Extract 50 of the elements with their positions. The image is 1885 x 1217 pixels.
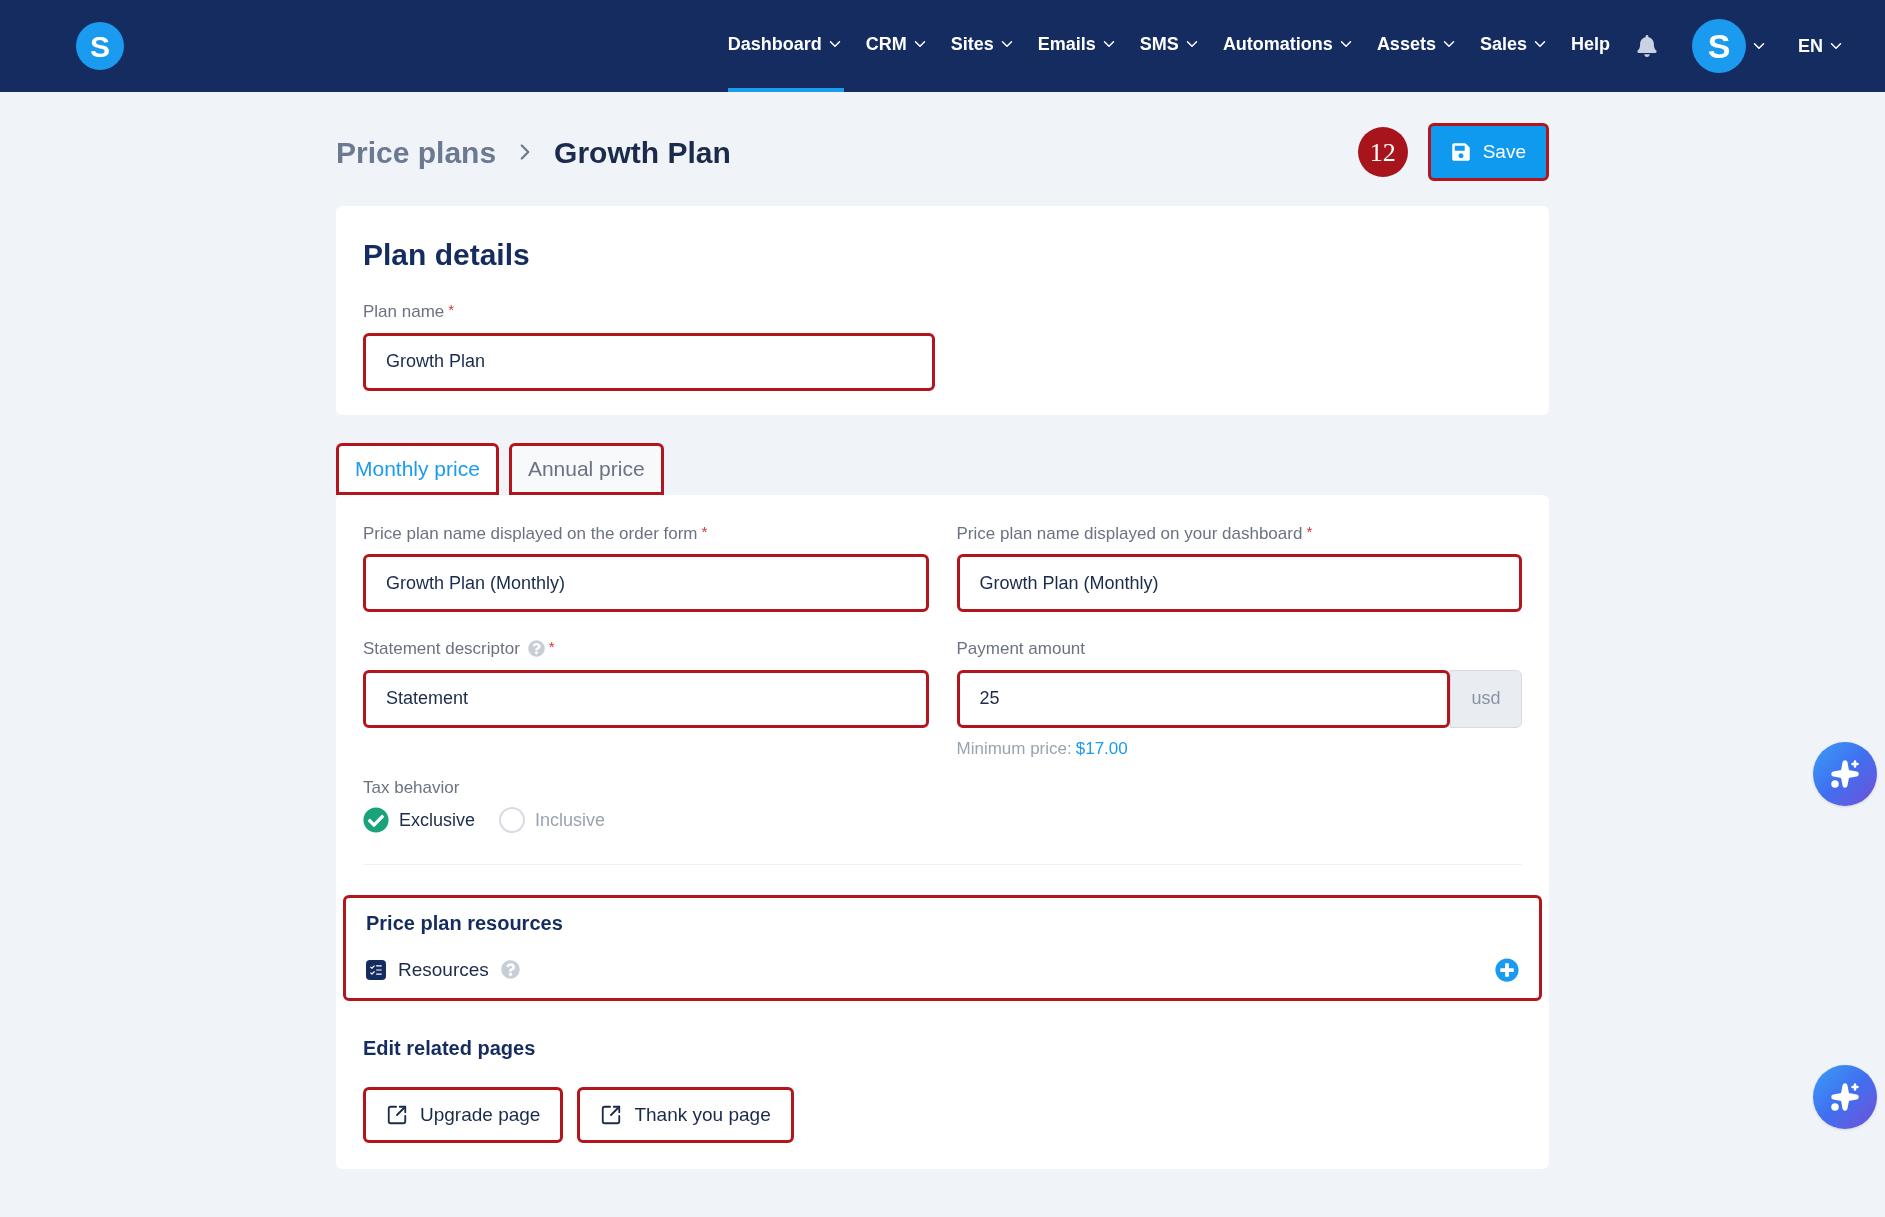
sparkles-icon xyxy=(1830,1082,1860,1112)
language-selector[interactable]: EN xyxy=(1798,32,1845,60)
checklist-icon xyxy=(366,959,386,980)
required-mark: * xyxy=(701,521,708,542)
currency-addon: usd xyxy=(1450,669,1522,728)
external-link-icon xyxy=(386,1104,408,1126)
nav-menu-item[interactable]: Sites xyxy=(950,0,1016,92)
related-page-button[interactable]: Upgrade page xyxy=(363,1087,564,1143)
save-icon xyxy=(1450,142,1471,162)
breadcrumb-link[interactable]: Price plans xyxy=(336,129,497,175)
nav-menu-item[interactable]: Emails xyxy=(1037,0,1118,92)
text-field[interactable]: Growth Plan (Monthly) xyxy=(956,554,1522,612)
ai-assistant-button[interactable] xyxy=(1813,742,1877,806)
ai-assistant-button[interactable] xyxy=(1813,1065,1877,1129)
field-label: Price plan name displayed on your dashboard xyxy=(956,522,1303,545)
field-label: Payment amount xyxy=(956,638,1085,660)
field-label: Tax behavior xyxy=(363,777,461,799)
field-label: Plan name xyxy=(363,301,445,323)
page-title: Growth Plan xyxy=(554,134,731,171)
radio-option[interactable]: Exclusive xyxy=(363,806,476,834)
field-label: Price plan name displayed on the order form xyxy=(363,522,698,545)
nav-menu-item[interactable]: Assets xyxy=(1376,0,1458,92)
section-title: Plan details xyxy=(363,237,531,273)
sparkles-icon xyxy=(1830,759,1860,789)
step-number-badge: 12 xyxy=(1357,127,1408,177)
external-link-icon xyxy=(600,1104,623,1126)
amount-field[interactable]: 25 xyxy=(956,669,1450,728)
resources-label: Resources xyxy=(398,957,489,982)
related-page-button[interactable]: Thank you page xyxy=(577,1087,794,1143)
notification-bell-icon[interactable] xyxy=(1636,35,1658,57)
section-subtitle: Price plan resources xyxy=(366,910,564,936)
nav-menu-item[interactable]: SMS xyxy=(1139,0,1201,92)
nav-menu-item[interactable]: Sales xyxy=(1479,0,1549,92)
section-subtitle: Edit related pages xyxy=(363,1036,537,1061)
required-mark: * xyxy=(1306,521,1313,542)
nav-menu-item[interactable]: Automations xyxy=(1222,0,1355,92)
required-mark: * xyxy=(448,300,455,320)
add-icon[interactable] xyxy=(1495,957,1519,982)
text-field[interactable]: Growth Plan xyxy=(363,332,935,391)
text-field[interactable]: Statement xyxy=(363,669,929,728)
hint-label: Minimum price: xyxy=(956,737,1072,760)
minimum-price: $17.00 xyxy=(1075,737,1128,760)
checked-radio-icon xyxy=(363,807,389,833)
field-label: Statement descriptor xyxy=(363,638,520,660)
nav-menu-item[interactable]: Help xyxy=(1570,0,1610,92)
nav-menu-item[interactable]: Dashboard xyxy=(727,0,844,92)
text-field[interactable]: Growth Plan (Monthly) xyxy=(363,554,929,612)
nav-menu-item[interactable]: CRM xyxy=(865,0,929,92)
required-mark: * xyxy=(548,637,555,657)
tab[interactable]: Annual price xyxy=(508,442,664,495)
